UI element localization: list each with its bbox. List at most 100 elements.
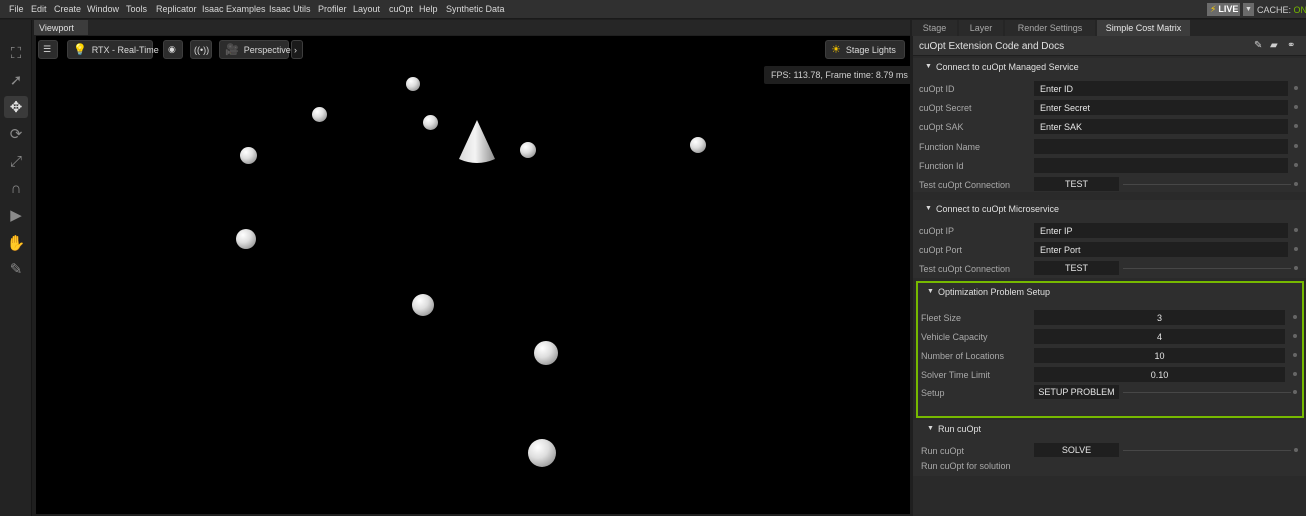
fleet-size-input[interactable]: 3	[1034, 310, 1285, 325]
reset-dot-icon	[1293, 372, 1297, 376]
scene-sphere[interactable]	[520, 142, 536, 158]
test-managed-button[interactable]: TEST	[1034, 177, 1119, 191]
audio-button[interactable]: ((•))	[190, 40, 212, 59]
section-title: Run cuOpt	[938, 424, 982, 434]
play-icon[interactable]: ▶	[4, 204, 28, 226]
section-header-microservice[interactable]: ▼ Connect to cuOpt Microservice	[913, 200, 1306, 218]
menu-synthetic-data[interactable]: Synthetic Data	[446, 4, 505, 14]
solver-time-limit-input[interactable]: 0.10	[1034, 367, 1285, 382]
scene-sphere[interactable]	[240, 147, 257, 164]
move-icon[interactable]: ✥	[4, 96, 28, 118]
solver-time-limit-label: Solver Time Limit	[921, 370, 991, 380]
scene-sphere[interactable]	[534, 341, 558, 365]
tab-render-settings[interactable]: Render Settings	[1005, 20, 1095, 36]
live-toggle-button[interactable]: ⚡ LIVE	[1207, 3, 1240, 16]
tab-simple-cost-matrix[interactable]: Simple Cost Matrix	[1097, 20, 1190, 36]
scene-cone[interactable]	[457, 119, 497, 165]
reset-dot-icon	[1294, 448, 1298, 452]
viewport-tab[interactable]: Viewport	[34, 20, 88, 35]
scene-sphere[interactable]	[528, 439, 556, 467]
number-of-locations-input[interactable]: 10	[1034, 348, 1285, 363]
grid-icon[interactable]: ⛶	[4, 42, 28, 64]
cuopt-secret-input[interactable]: Enter Secret	[1034, 100, 1288, 115]
cuopt-id-input[interactable]: Enter ID	[1034, 81, 1288, 96]
scene-sphere[interactable]	[690, 137, 706, 153]
camera-label: Perspective	[243, 44, 291, 55]
reset-dot-icon	[1294, 124, 1298, 128]
function-name-input[interactable]	[1034, 139, 1288, 154]
vehicle-capacity-label: Vehicle Capacity	[921, 332, 988, 342]
visibility-button[interactable]: ◉	[163, 40, 183, 59]
menu-edit[interactable]: Edit	[31, 4, 47, 14]
panel-header: cuOpt Extension Code and Docs ✎ ▰ ⚭	[913, 36, 1306, 56]
camera-button[interactable]: 🎥 Perspective	[219, 40, 291, 59]
tab-stage[interactable]: Stage	[912, 20, 957, 36]
menu-cuopt[interactable]: cuOpt	[389, 4, 413, 14]
test-connection-label: Test cuOpt Connection	[919, 180, 1011, 190]
section-header-managed[interactable]: ▼ Connect to cuOpt Managed Service	[913, 58, 1306, 76]
menu-isaac-utils[interactable]: Isaac Utils	[269, 4, 311, 14]
folder-icon[interactable]: ▰	[1270, 40, 1278, 51]
section-header-run[interactable]: ▼ Run cuOpt	[913, 420, 1306, 438]
scene-sphere[interactable]	[312, 107, 327, 122]
reset-dot-icon	[1293, 315, 1297, 319]
tab-layer[interactable]: Layer	[959, 20, 1003, 36]
stage-lights-button[interactable]: ☀ Stage Lights	[825, 40, 905, 59]
collapse-triangle-icon: ▼	[925, 63, 932, 70]
stage-lights-label: Stage Lights	[845, 44, 896, 55]
reset-dot-icon	[1293, 390, 1297, 394]
menu-layout[interactable]: Layout	[353, 4, 380, 14]
cuopt-ip-input[interactable]: Enter IP	[1034, 223, 1288, 238]
menu-isaac-examples[interactable]: Isaac Examples	[202, 4, 266, 14]
left-toolbar: ⛶ ➚ ✥ ⟳ ⤢ ∩ ▶ ✋ ✎	[0, 20, 32, 516]
renderer-button[interactable]: 💡 RTX - Real-Time	[67, 40, 159, 59]
collapse-triangle-icon: ▼	[927, 288, 934, 295]
menu-create[interactable]: Create	[54, 4, 81, 14]
menu-help[interactable]: Help	[419, 4, 438, 14]
menu-tools[interactable]: Tools	[126, 4, 147, 14]
section-run-cuopt: ▼ Run cuOpt Run cuOpt SOLVE Run cuOpt fo…	[913, 420, 1306, 476]
eye-icon: ◉	[168, 44, 176, 54]
menu-file[interactable]: File	[9, 4, 24, 14]
scene-sphere[interactable]	[412, 294, 434, 316]
rotate-icon[interactable]: ⟳	[4, 123, 28, 145]
select-arrow-icon[interactable]: ➚	[4, 69, 28, 91]
function-id-input[interactable]	[1034, 158, 1288, 173]
cuopt-sak-input[interactable]: Enter SAK	[1034, 119, 1288, 134]
snap-magnet-icon[interactable]: ∩	[4, 177, 28, 199]
lightning-icon: ⚡	[1210, 4, 1217, 14]
section-managed-service: ▼ Connect to cuOpt Managed Service cuOpt…	[913, 58, 1306, 192]
expand-toolbar-button[interactable]: ›	[291, 40, 303, 59]
cuopt-port-input[interactable]: Enter Port	[1034, 242, 1288, 257]
setup-problem-button[interactable]: SETUP PROBLEM	[1034, 385, 1119, 399]
section-header-optimization[interactable]: ▼ Optimization Problem Setup	[918, 283, 1302, 301]
menu-replicator[interactable]: Replicator	[156, 4, 197, 14]
right-tabbar: Stage Layer Render Settings Simple Cost …	[912, 20, 1306, 36]
scene-sphere[interactable]	[423, 115, 438, 130]
reset-dot-icon	[1294, 86, 1298, 90]
paint-brush-icon[interactable]: ✎	[4, 258, 28, 280]
test-microservice-button[interactable]: TEST	[1034, 261, 1119, 275]
viewport-settings-button[interactable]: ☰	[38, 40, 58, 59]
function-name-label: Function Name	[919, 142, 981, 152]
menu-profiler[interactable]: Profiler	[318, 4, 347, 14]
scene-sphere[interactable]	[236, 229, 256, 249]
edit-icon[interactable]: ✎	[1254, 40, 1262, 51]
scene-sphere[interactable]	[406, 77, 420, 91]
broadcast-icon: ((•))	[194, 44, 210, 55]
vehicle-capacity-input[interactable]: 4	[1034, 329, 1285, 344]
physics-icon[interactable]: ✋	[4, 232, 28, 254]
viewport-tabbar	[88, 20, 910, 35]
panel-title: cuOpt Extension Code and Docs	[919, 41, 1065, 52]
link-icon[interactable]: ⚭	[1287, 40, 1295, 51]
solve-button[interactable]: SOLVE	[1034, 443, 1119, 457]
viewport-canvas[interactable]: ☰ 💡 RTX - Real-Time ◉ ((•)) 🎥 Perspective …	[36, 36, 910, 514]
section-optimization-setup: ▼ Optimization Problem Setup Fleet Size …	[916, 281, 1304, 418]
reset-dot-icon	[1293, 334, 1297, 338]
live-dropdown-button[interactable]: ▼	[1243, 3, 1254, 16]
divider	[1123, 392, 1291, 393]
menu-window[interactable]: Window	[87, 4, 119, 14]
scale-icon[interactable]: ⤢	[4, 150, 28, 172]
camera-icon: 🎥	[225, 44, 239, 56]
menu-bar: File Edit Create Window Tools Replicator…	[0, 0, 1306, 19]
